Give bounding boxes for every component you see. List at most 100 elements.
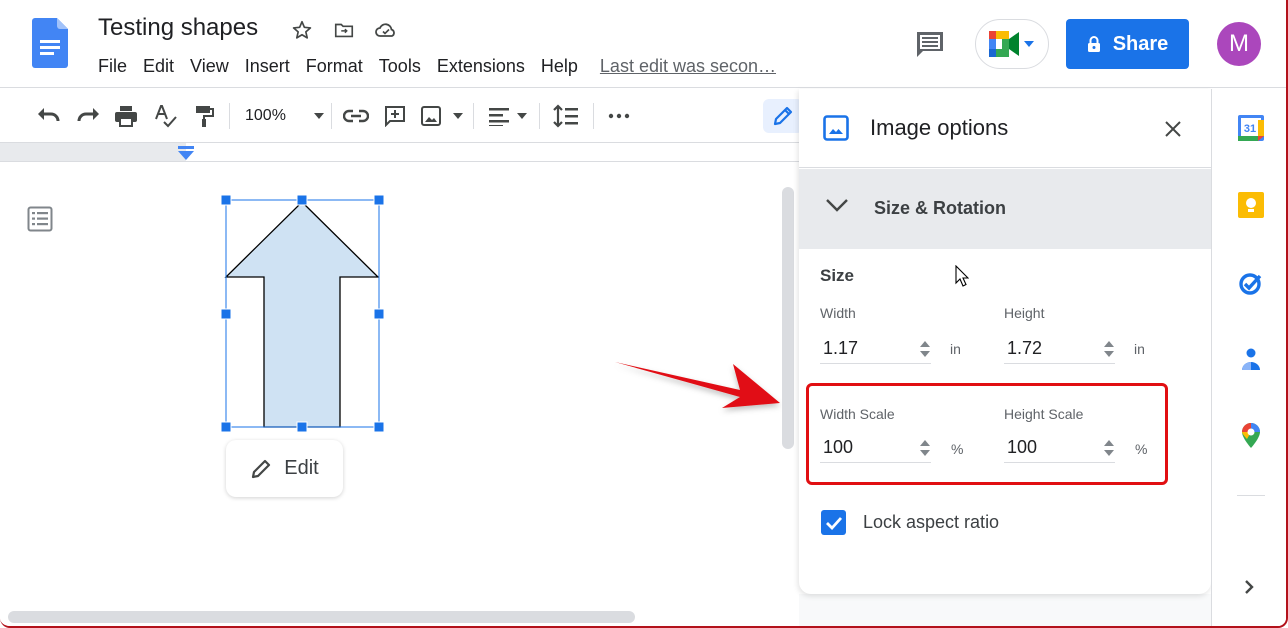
resize-handle-left xyxy=(220,308,232,320)
comment-icon xyxy=(917,32,943,57)
title-icons xyxy=(290,18,398,42)
edit-drawing-button[interactable]: Edit xyxy=(226,440,343,497)
menu-extensions[interactable]: Extensions xyxy=(429,54,533,79)
height-unit: in xyxy=(1134,341,1145,357)
edit-label: Edit xyxy=(284,457,319,479)
add-comment-icon xyxy=(385,106,405,127)
app-window: Testing shapes File Edit View Insert For… xyxy=(0,0,1288,628)
check-icon xyxy=(825,516,842,530)
keep-icon xyxy=(1238,192,1264,218)
meet-button[interactable] xyxy=(975,19,1049,69)
meet-dropdown-icon xyxy=(1024,41,1034,47)
width-input[interactable] xyxy=(820,338,908,359)
close-panel-button[interactable] xyxy=(1161,117,1185,141)
width-stepper[interactable] xyxy=(919,340,931,358)
stepper-down-icon[interactable] xyxy=(1103,350,1115,358)
lock-aspect-ratio-row[interactable]: Lock aspect ratio xyxy=(821,510,999,535)
tasks-app-button[interactable] xyxy=(1238,270,1264,296)
stepper-up-icon[interactable] xyxy=(1103,340,1115,348)
contacts-app-button[interactable] xyxy=(1238,347,1264,373)
height-stepper[interactable] xyxy=(1103,340,1115,358)
document-canvas[interactable]: Edit xyxy=(0,162,800,626)
account-avatar[interactable]: M xyxy=(1217,22,1261,66)
cloud-saved-icon[interactable] xyxy=(374,18,398,42)
image-options-panel: Image options Size & Rotation Size Width… xyxy=(799,89,1211,594)
editing-mode-button[interactable] xyxy=(763,99,803,133)
vertical-scrollbar[interactable] xyxy=(782,187,794,449)
lock-aspect-checkbox[interactable] xyxy=(821,510,846,535)
move-folder-icon[interactable] xyxy=(332,18,356,42)
toolbar-divider xyxy=(593,103,594,129)
redo-icon xyxy=(77,108,99,122)
height-input[interactable] xyxy=(1004,338,1092,359)
keep-app-button[interactable] xyxy=(1238,192,1264,218)
calendar-icon: 31 xyxy=(1238,115,1264,141)
chevron-down-icon xyxy=(826,199,848,212)
size-heading: Size xyxy=(820,266,855,285)
comment-history-button[interactable] xyxy=(914,28,946,60)
menu-bar: File Edit View Insert Format Tools Exten… xyxy=(90,54,776,79)
docs-logo-icon[interactable] xyxy=(32,18,68,68)
width-input-wrapper xyxy=(820,334,931,364)
align-button[interactable] xyxy=(488,103,528,129)
panel-header: Image options xyxy=(799,89,1211,168)
horizontal-scrollbar[interactable] xyxy=(8,611,635,623)
lock-aspect-label: Lock aspect ratio xyxy=(863,512,1000,532)
menu-edit[interactable]: Edit xyxy=(135,54,182,79)
panel-footer-area xyxy=(799,594,1211,626)
share-button[interactable]: Share xyxy=(1066,19,1189,69)
image-options-icon xyxy=(823,115,849,141)
insert-link-button[interactable] xyxy=(342,103,370,129)
resize-handle-top-left xyxy=(220,195,232,206)
paint-format-icon xyxy=(196,106,214,127)
resize-handle-top-right xyxy=(373,195,385,206)
indent-marker-icon[interactable] xyxy=(177,146,195,161)
menu-help[interactable]: Help xyxy=(533,54,586,79)
redo-button[interactable] xyxy=(75,103,101,129)
size-rotation-section-toggle[interactable]: Size & Rotation xyxy=(799,169,1211,249)
contacts-icon xyxy=(1242,348,1260,370)
undo-button[interactable] xyxy=(36,103,62,129)
line-spacing-button[interactable] xyxy=(552,103,580,129)
document-outline-icon[interactable] xyxy=(27,206,53,232)
menu-file[interactable]: File xyxy=(90,54,135,79)
undo-icon xyxy=(38,108,60,122)
more-horiz-icon xyxy=(608,113,630,119)
resize-handle-right xyxy=(373,308,385,320)
menu-view[interactable]: View xyxy=(182,54,237,79)
paint-format-button[interactable] xyxy=(192,103,218,129)
selected-shape[interactable] xyxy=(220,195,386,435)
mouse-cursor-icon xyxy=(955,265,969,287)
ruler-margin xyxy=(0,143,186,161)
add-comment-button[interactable] xyxy=(382,103,408,129)
menu-format[interactable]: Format xyxy=(298,54,371,79)
star-icon[interactable] xyxy=(290,18,314,42)
doc-title[interactable]: Testing shapes xyxy=(98,14,258,42)
tasks-icon xyxy=(1239,273,1262,295)
toolbar-divider xyxy=(539,103,540,129)
height-input-wrapper xyxy=(1004,334,1115,364)
more-options-button[interactable] xyxy=(606,103,632,129)
menu-tools[interactable]: Tools xyxy=(371,54,429,79)
pencil-icon xyxy=(252,459,271,478)
toolbar-divider xyxy=(331,103,332,129)
zoom-select[interactable]: 100% xyxy=(245,103,325,129)
menu-insert[interactable]: Insert xyxy=(237,54,298,79)
image-icon xyxy=(421,106,441,126)
insert-image-button[interactable] xyxy=(420,103,464,129)
up-arrow-shape xyxy=(224,201,380,428)
last-edit-link[interactable]: Last edit was secon… xyxy=(600,54,776,79)
zoom-value: 100% xyxy=(245,107,286,124)
spellcheck-button[interactable] xyxy=(152,103,178,129)
stepper-up-icon[interactable] xyxy=(919,340,931,348)
maps-app-button[interactable] xyxy=(1238,423,1264,449)
stepper-down-icon[interactable] xyxy=(919,350,931,358)
resize-handle-bottom xyxy=(296,421,308,433)
rail-divider xyxy=(1237,495,1265,496)
resize-handle-bottom-right xyxy=(373,421,385,433)
link-icon xyxy=(343,109,369,123)
calendar-app-button[interactable]: 31 xyxy=(1238,115,1264,141)
chevron-right-icon[interactable] xyxy=(1242,578,1256,596)
print-button[interactable] xyxy=(113,103,139,129)
share-label: Share xyxy=(1112,32,1169,55)
